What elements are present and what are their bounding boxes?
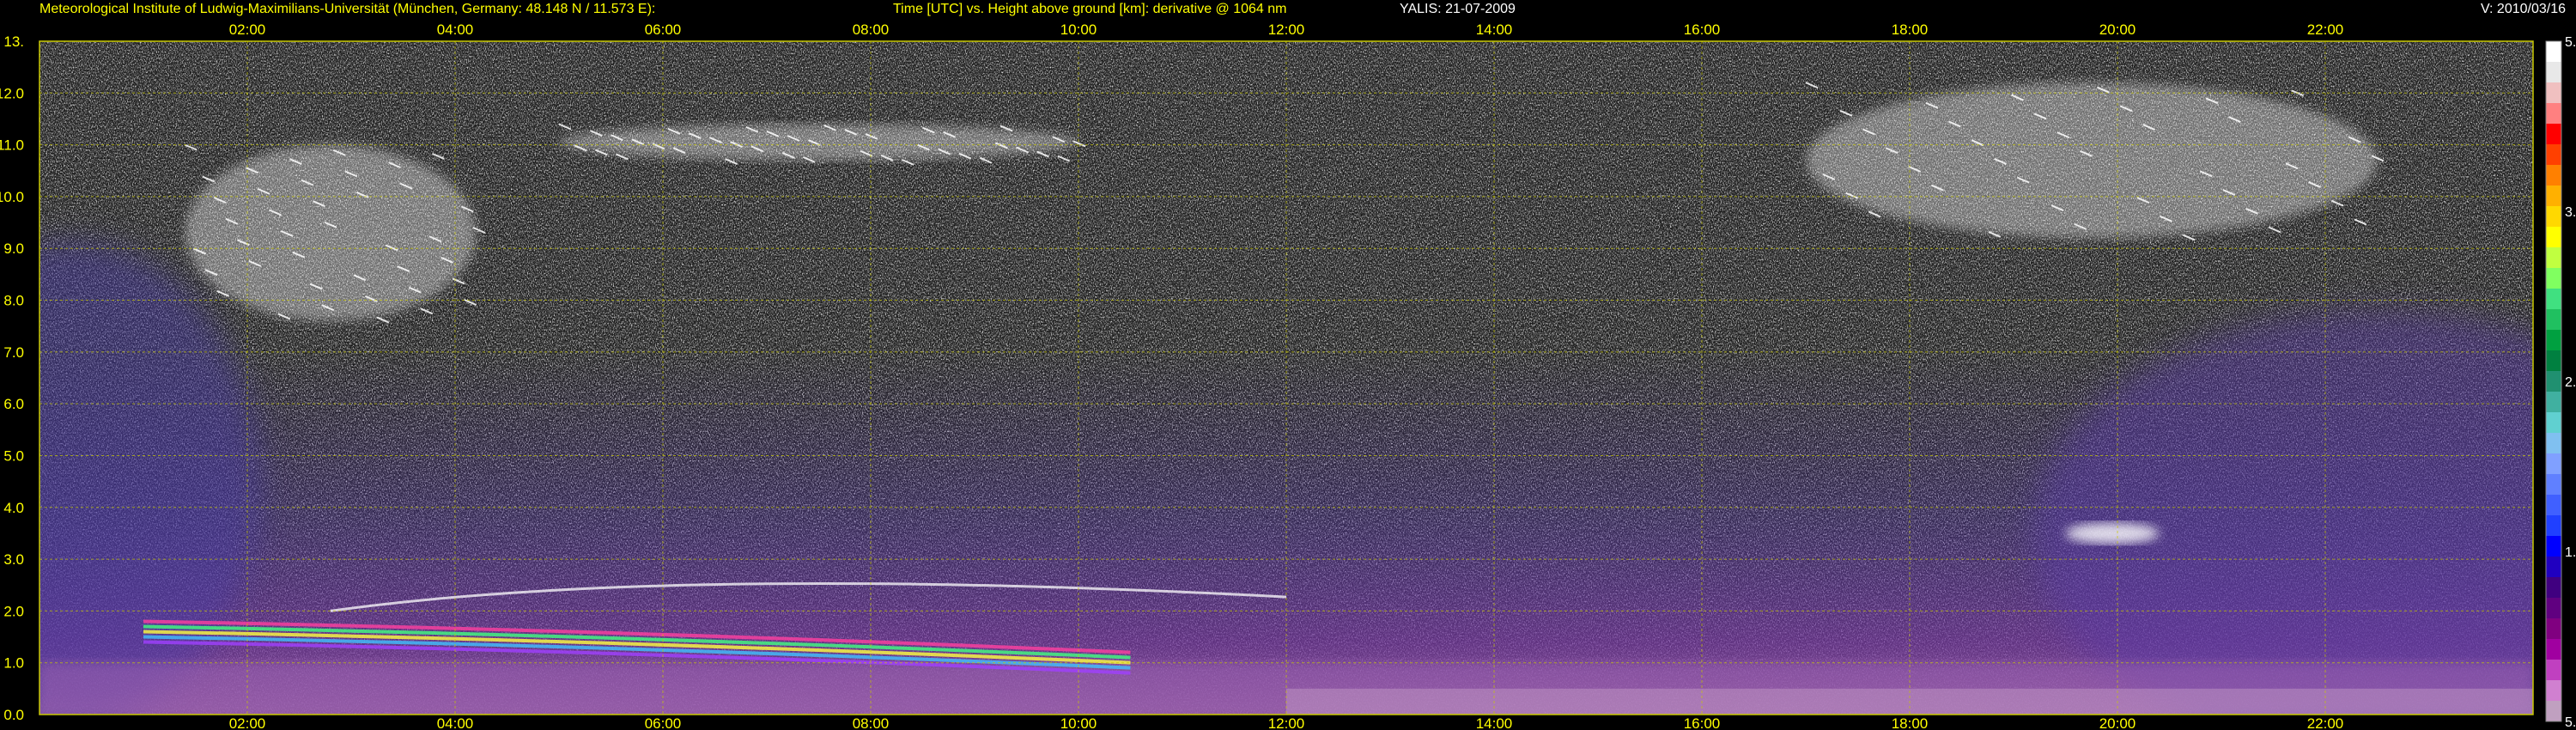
colorbar-tick-label: 5.00 <box>2565 35 2576 50</box>
colorbar-swatch <box>2546 309 2561 331</box>
colorbar-swatch <box>2546 453 2561 475</box>
y-tick-label: 6.0 <box>3 396 24 412</box>
x-tick-label-top: 08:00 <box>853 21 890 38</box>
x-tick-label-bottom: 16:00 <box>1684 715 1721 730</box>
colorbar-swatch <box>2546 268 2561 289</box>
y-tick-label: 13. <box>3 33 24 50</box>
x-tick-label-bottom: 18:00 <box>1892 715 1929 730</box>
x-tick-label-bottom: 06:00 <box>645 715 682 730</box>
colorbar-swatch <box>2546 536 2561 557</box>
colorbar-swatch <box>2546 474 2561 496</box>
y-tick-label: 8.0 <box>3 293 24 309</box>
y-tick-label: 11.0 <box>0 137 24 154</box>
colorbar: 5.00 3.75 2.50 1.25 5.00 <box>2545 35 2576 730</box>
x-tick-label-top: 14:00 <box>1476 21 1513 38</box>
x-tick-label-bottom: 22:00 <box>2307 715 2344 730</box>
x-tick-label-top: 06:00 <box>645 21 682 38</box>
colorbar-swatch <box>2546 41 2561 63</box>
colorbar-swatch <box>2546 247 2561 269</box>
colorbar-swatch <box>2546 701 2561 722</box>
x-tick-label-bottom: 04:00 <box>437 715 474 730</box>
colorbar-swatch <box>2546 618 2561 640</box>
colorbar-swatch <box>2546 557 2561 578</box>
colorbar-swatch <box>2546 103 2561 125</box>
x-tick-label-top: 12:00 <box>1268 21 1305 38</box>
colorbar-swatch <box>2546 433 2561 454</box>
y-tick-label: 1.0 <box>3 655 24 672</box>
colorbar-swatch <box>2546 412 2561 434</box>
lidar-chart: 02:00 02:00 04:00 04:00 06:00 06:00 08:00 08:00… <box>0 21 2576 730</box>
colorbar-swatch <box>2546 350 2561 372</box>
y-tick-label: 4.0 <box>3 500 24 516</box>
x-tick-label-bottom: 14:00 <box>1476 715 1513 730</box>
colorbar-tick-label: 3.75 <box>2565 205 2576 220</box>
x-tick-label-bottom: 10:00 <box>1060 715 1097 730</box>
y-tick-label: 5.0 <box>3 447 24 464</box>
colorbar-swatch <box>2546 639 2561 660</box>
y-tick-label: 7.0 <box>3 344 24 361</box>
y-tick-label: 0.0 <box>3 707 24 723</box>
x-tick-label-top: 22:00 <box>2307 21 2344 38</box>
x-tick-label-top: 16:00 <box>1684 21 1721 38</box>
colorbar-swatch <box>2546 515 2561 537</box>
colorbar-swatch <box>2546 495 2561 516</box>
y-tick-label: 10.0 <box>0 189 24 205</box>
colorbar-swatch <box>2546 124 2561 145</box>
colorbar-swatch <box>2546 227 2561 248</box>
x-tick-label-top: 10:00 <box>1060 21 1097 38</box>
colorbar-swatch <box>2546 577 2561 599</box>
y-tick-label: 12.0 <box>0 85 24 101</box>
colorbar-swatch <box>2546 165 2561 186</box>
colorbar-swatch <box>2546 330 2561 351</box>
colorbar-swatch <box>2546 82 2561 104</box>
colorbar-tick-label: 5.00 <box>2565 715 2576 730</box>
colorbar-swatch <box>2546 371 2561 392</box>
x-tick-label-top: 20:00 <box>2099 21 2136 38</box>
x-tick-label-top: 18:00 <box>1892 21 1929 38</box>
x-tick-label-bottom: 08:00 <box>853 715 890 730</box>
x-tick-label-top: 04:00 <box>437 21 474 38</box>
colorbar-swatch <box>2546 62 2561 83</box>
colorbar-swatch <box>2546 289 2561 310</box>
colorbar-swatch <box>2546 660 2561 681</box>
low-cloud-3 <box>2065 522 2160 544</box>
colorbar-swatch <box>2546 598 2561 619</box>
x-tick-label-top: 02:00 <box>229 21 266 38</box>
x-tick-label-bottom: 12:00 <box>1268 715 1305 730</box>
colorbar-tick-label: 1.25 <box>2565 545 2576 560</box>
colorbar-swatch <box>2546 392 2561 413</box>
x-tick-label-bottom: 02:00 <box>229 715 266 730</box>
colorbar-swatch <box>2546 144 2561 166</box>
x-tick-label-bottom: 20:00 <box>2099 715 2136 730</box>
y-tick-label: 9.0 <box>3 240 24 257</box>
y-tick-label: 3.0 <box>3 551 24 568</box>
y-tick-label: 2.0 <box>3 603 24 619</box>
colorbar-swatch <box>2546 680 2561 702</box>
colorbar-tick-label: 2.50 <box>2565 375 2576 390</box>
colorbar-swatch <box>2546 206 2561 228</box>
colorbar-swatch <box>2546 186 2561 207</box>
